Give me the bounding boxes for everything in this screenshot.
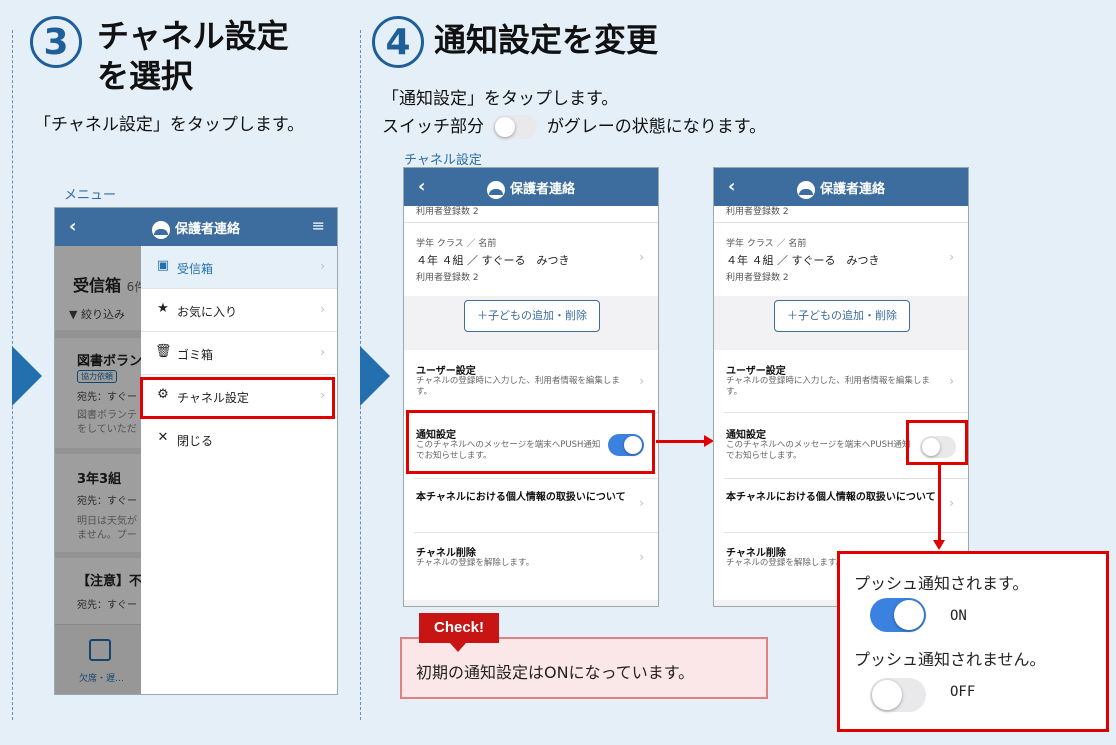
chevron-right-icon: ›	[320, 302, 325, 316]
channel-settings-screen-on: ‹ 保護者連絡 利用者登録数 2 学年 クラス ／ 名前 ４年 ４組 ／ すぐー…	[403, 167, 659, 607]
add-remove-child-button[interactable]: ＋子どもの追加・削除	[774, 300, 910, 332]
settings-list: ユーザー設定 チャネルの登録時に入力した、利用者情報を編集します。 › 通知設定…	[404, 350, 658, 600]
star-icon: ★	[157, 301, 169, 316]
step4-description-2: スイッチ部分 がグレーの状態になります。	[382, 112, 766, 139]
step3-caption: メニュー	[64, 188, 117, 203]
inbox-icon: ▣	[156, 258, 170, 273]
step4-caption: チャネル設定	[404, 153, 482, 168]
chevron-right-icon: ›	[639, 374, 644, 388]
badge-pointer-icon	[450, 643, 466, 652]
chevron-right-icon: ›	[639, 496, 644, 510]
chevron-right-icon: ›	[639, 250, 644, 264]
trash-icon: 🗑	[155, 344, 172, 359]
chevron-right-icon: ›	[320, 259, 325, 273]
chevron-right-icon: ›	[949, 250, 954, 264]
arrow-down-icon	[933, 540, 945, 550]
connector-line	[938, 465, 941, 541]
flow-arrow-icon	[360, 346, 390, 406]
legend-toggle-off-icon	[870, 678, 926, 712]
nav-bar: ‹ 保護者連絡	[404, 168, 658, 206]
chevron-right-icon: ›	[320, 345, 325, 359]
step4-description-1: 「通知設定」をタップします。	[382, 89, 619, 109]
chevron-right-icon: ›	[949, 496, 954, 510]
flow-arrow-icon	[12, 346, 42, 406]
child-name: ４年 ４組 ／ すぐーる みつき	[416, 254, 570, 267]
app-title: 保護者連絡	[174, 222, 240, 237]
inline-toggle-off-icon	[493, 115, 538, 139]
check-note-text: 初期の通知設定はONになっています。	[416, 663, 695, 682]
menu-item-trash[interactable]: 🗑 ゴミ箱 ›	[141, 332, 337, 375]
connector-line	[656, 440, 706, 443]
menu-item-favorites[interactable]: ★ お気に入り ›	[141, 289, 337, 332]
nav-bar: ‹ 保護者連絡 ≡	[55, 208, 337, 246]
close-icon: ✕	[157, 430, 169, 445]
legend-toggle-on-icon	[870, 598, 926, 632]
step4-title: 通知設定を変更	[434, 21, 659, 59]
legend-off-text: プッシュ通知されません。	[854, 650, 1046, 669]
step4-desc2-post: がグレーの状態になります。	[546, 117, 767, 137]
menu-item-inbox[interactable]: ▣ 受信箱 ›	[141, 246, 337, 289]
step3-title-line1: チャネル設定	[97, 17, 289, 55]
child-info-section: 利用者登録数 2 学年 クラス ／ 名前 ４年 ４組 ／ すぐーる みつき 利用…	[714, 206, 968, 296]
legend-on-label: ON	[950, 608, 967, 624]
highlight-toggle	[906, 420, 968, 465]
child-info-section: 利用者登録数 2 学年 クラス ／ 名前 ４年 ４組 ／ すぐーる みつき 利用…	[404, 206, 658, 296]
app-logo-icon	[486, 180, 505, 199]
app-logo-icon	[796, 180, 815, 199]
nav-bar: ‹ 保護者連絡	[714, 168, 968, 206]
add-remove-child-button[interactable]: ＋子どもの追加・削除	[464, 300, 600, 332]
notification-settings-title: 通知設定	[726, 430, 766, 441]
chevron-right-icon: ›	[949, 374, 954, 388]
check-badge: Check!	[419, 613, 499, 643]
highlight-notification-row	[406, 410, 655, 474]
step3-number: 3	[30, 16, 82, 68]
app-logo-icon	[151, 220, 170, 239]
step4-desc2-pre: スイッチ部分	[382, 117, 484, 137]
channel-settings-screen-off: ‹ 保護者連絡 利用者登録数 2 学年 クラス ／ 名前 ４年 ４組 ／ すぐー…	[713, 167, 969, 607]
side-menu: ▣ 受信箱 › ★ お気に入り › 🗑 ゴミ箱 › ⚙ チャネル設定 › ✕ 閉…	[141, 246, 337, 694]
legend-on-text: プッシュ通知されます。	[854, 574, 1029, 593]
legend-off-label: OFF	[950, 684, 976, 700]
chevron-right-icon: ›	[639, 550, 644, 564]
highlight-channel-settings	[140, 377, 335, 419]
step4-number: 4	[372, 16, 424, 68]
menu-item-close[interactable]: ✕ 閉じる	[141, 418, 337, 461]
step3-description: 「チャネル設定」をタップします。	[34, 115, 305, 135]
toggle-legend-box: プッシュ通知されます。 ON プッシュ通知されません。 OFF	[837, 551, 1109, 732]
menu-phone-screen: ‹ 保護者連絡 ≡ 受信箱 6件 ▼ 絞り込み 図書ボラン 協力依頼 宛先：すぐ…	[54, 207, 338, 695]
step3-title-line2: を選択	[97, 57, 194, 95]
child-name: ４年 ４組 ／ すぐーる みつき	[726, 254, 880, 267]
hamburger-icon[interactable]: ≡	[312, 216, 325, 235]
